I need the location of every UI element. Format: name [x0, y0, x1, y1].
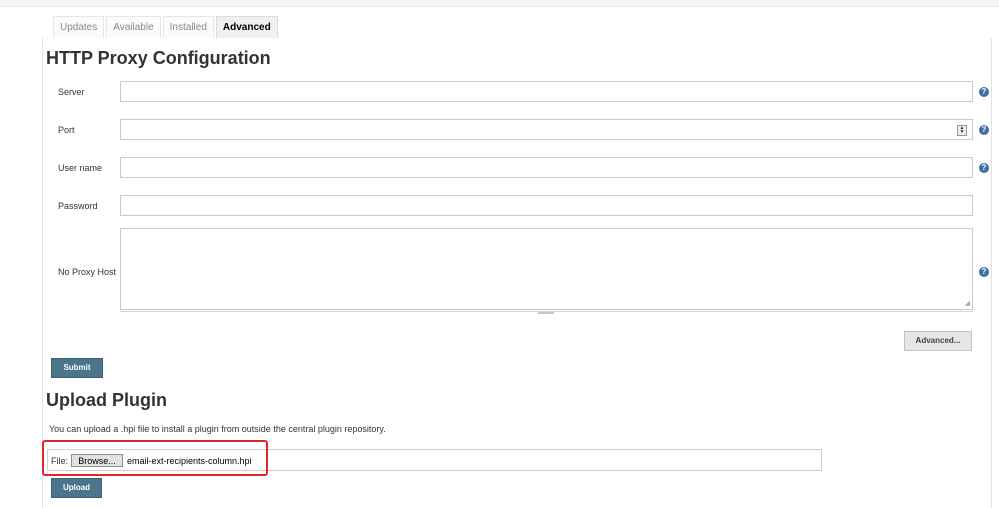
no-proxy-host-textarea[interactable]: ◢ [120, 228, 973, 310]
textarea-grip-handle[interactable] [538, 312, 554, 314]
advanced-button[interactable]: Advanced... [904, 331, 972, 351]
tab-advanced[interactable]: Advanced [215, 16, 278, 38]
port-spinner[interactable]: ▲ ▼ [957, 125, 967, 136]
port-help-icon[interactable]: ? [979, 125, 989, 135]
submit-button[interactable]: Submit [51, 358, 103, 378]
server-help-icon[interactable]: ? [979, 87, 989, 97]
tab-updates[interactable]: Updates [53, 16, 105, 38]
tab-available[interactable]: Available [106, 16, 161, 38]
top-bar [0, 0, 999, 7]
browse-button[interactable]: Browse... [71, 454, 123, 467]
username-help-icon[interactable]: ? [979, 163, 989, 173]
no-proxy-host-help-icon[interactable]: ? [979, 267, 989, 277]
username-label: User name [58, 163, 103, 173]
server-input[interactable] [120, 81, 973, 102]
password-label: Password [58, 201, 98, 211]
username-input[interactable] [120, 157, 973, 178]
upload-description: You can upload a .hpi file to install a … [49, 424, 386, 434]
proxy-section-title: HTTP Proxy Configuration [46, 48, 271, 68]
port-label: Port [58, 125, 75, 135]
no-proxy-host-label: No Proxy Host [58, 267, 117, 277]
port-input[interactable]: ▲ ▼ [120, 119, 973, 140]
upload-button[interactable]: Upload [51, 478, 102, 498]
upload-section-title: Upload Plugin [46, 390, 167, 410]
file-input[interactable]: File: Browse... email-ext-recipients-col… [47, 449, 822, 471]
tab-bar: Updates Available Installed Advanced [53, 16, 280, 38]
selected-file-name: email-ext-recipients-column.hpi [127, 456, 252, 466]
resize-handle-icon[interactable]: ◢ [965, 299, 970, 307]
file-label: File: [51, 456, 69, 466]
server-label: Server [58, 87, 85, 97]
tab-installed[interactable]: Installed [162, 16, 214, 38]
password-input[interactable] [120, 195, 973, 216]
